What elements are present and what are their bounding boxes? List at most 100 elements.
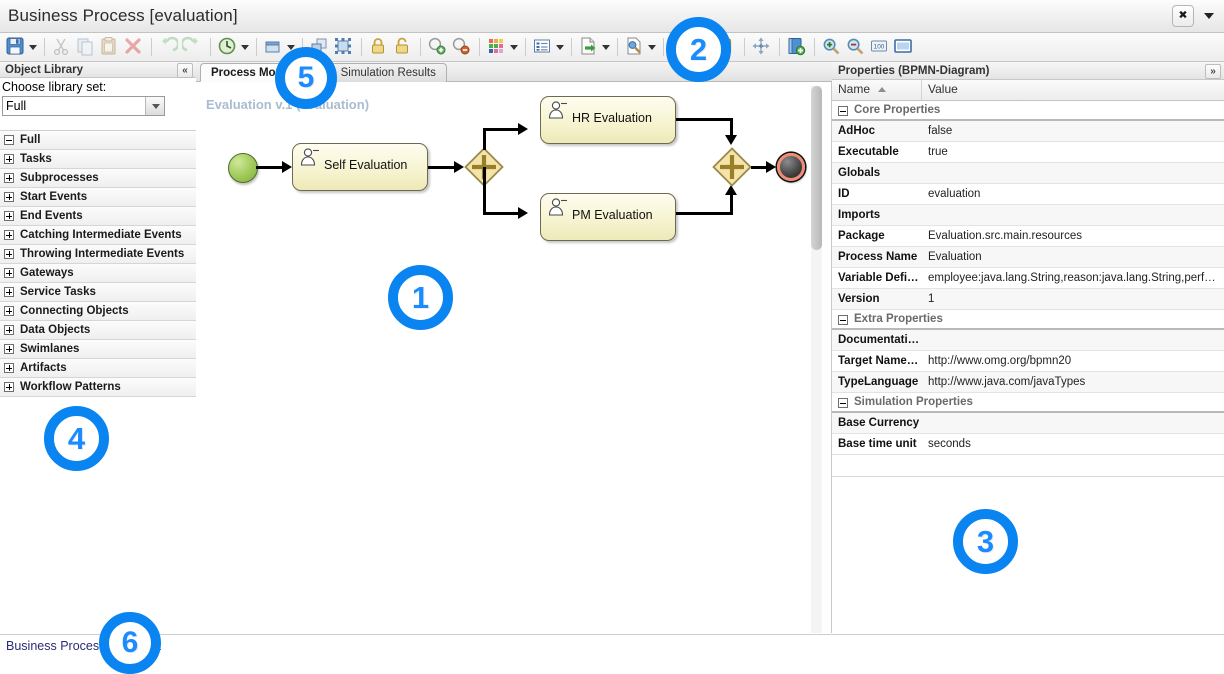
library-tree-item[interactable]: Gateways [0,264,196,283]
expand-toggle-icon[interactable] [4,306,14,316]
property-row[interactable]: IDevaluation [832,184,1224,205]
property-row[interactable]: Globals [832,163,1224,184]
export-icon[interactable] [578,36,600,58]
property-row[interactable]: Target Name…http://www.omg.org/bpmn20 [832,351,1224,372]
property-row[interactable]: PackageEvaluation.src.main.resources [832,226,1224,247]
expand-toggle-icon[interactable] [4,268,14,278]
window-menu-button[interactable] [1198,5,1220,27]
end-event[interactable] [777,153,805,181]
property-value[interactable]: Evaluation.src.main.resources [922,226,1224,246]
export-dropdown[interactable] [601,36,612,58]
history-dropdown[interactable] [240,36,251,58]
fit-window-icon[interactable] [893,36,915,58]
expand-toggle-icon[interactable] [4,287,14,297]
library-tree-item[interactable]: End Events [0,207,196,226]
cut-icon[interactable] [51,36,73,58]
close-button[interactable]: ✖ [1172,5,1194,27]
move-icon[interactable] [751,36,773,58]
library-tree-item[interactable]: Workflow Patterns [0,378,196,397]
canvas-vertical-scrollbar[interactable] [811,86,822,633]
collapse-toggle-icon[interactable] [838,398,848,408]
property-value[interactable]: employee:java.lang.String,reason:java.la… [922,268,1224,288]
expand-toggle-icon[interactable] [4,363,14,373]
unlock-icon[interactable] [392,36,414,58]
collapse-left-panel-button[interactable]: « [177,63,193,78]
task-pm-evaluation[interactable]: PM Evaluation [540,193,676,241]
property-row[interactable]: Version1 [832,289,1224,310]
expand-toggle-icon[interactable] [4,173,14,183]
start-event[interactable] [228,153,258,183]
zoom-out-shape-icon[interactable] [451,36,473,58]
property-group-header[interactable]: Extra Properties [832,310,1224,330]
zoom-out-icon[interactable] [845,36,867,58]
palette-icon[interactable] [486,36,508,58]
window-icon[interactable] [263,36,285,58]
copy-icon[interactable] [75,36,97,58]
redo-icon[interactable] [182,36,204,58]
property-row[interactable]: Base time unitseconds [832,434,1224,455]
library-tree-item[interactable]: Data Objects [0,321,196,340]
list-dropdown[interactable] [555,36,566,58]
property-value[interactable]: evaluation [922,184,1224,204]
property-row[interactable]: Documentati… [832,330,1224,351]
library-tree-item[interactable]: Artifacts [0,359,196,378]
expand-toggle-icon[interactable] [4,230,14,240]
tab-simulation-results[interactable]: Simulation Results [330,63,447,82]
expand-toggle-icon[interactable] [4,344,14,354]
property-row[interactable]: Base Currency [832,413,1224,434]
property-value[interactable] [922,205,1224,225]
column-header-name[interactable]: Name [832,80,922,100]
property-row[interactable]: Imports [832,205,1224,226]
property-value[interactable]: true [922,142,1224,162]
expand-toggle-icon[interactable] [4,325,14,335]
library-tree-item[interactable]: Start Events [0,188,196,207]
property-value[interactable]: false [922,121,1224,141]
property-value[interactable]: Evaluation [922,247,1224,267]
gateway-parallel-join[interactable] [712,147,752,187]
zoom-in-shape-icon[interactable] [427,36,449,58]
expand-toggle-icon[interactable] [4,154,14,164]
property-row[interactable]: Executabletrue [832,142,1224,163]
property-value[interactable]: seconds [922,434,1224,454]
library-tree-item[interactable]: Full [0,131,196,150]
lock-icon[interactable] [368,36,390,58]
delete-icon[interactable] [123,36,145,58]
property-row[interactable]: TypeLanguagehttp://www.java.com/javaType… [832,372,1224,393]
property-value[interactable]: http://www.java.com/javaTypes [922,372,1224,392]
canvas-scroll-thumb[interactable] [811,86,822,250]
collapse-toggle-icon[interactable] [838,106,848,116]
property-value[interactable]: http://www.omg.org/bpmn20 [922,351,1224,371]
property-value[interactable] [922,163,1224,183]
add-book-icon[interactable] [786,36,808,58]
list-icon[interactable] [532,36,554,58]
zoom-in-icon[interactable] [821,36,843,58]
save-dropdown[interactable] [28,36,39,58]
property-row[interactable]: Variable Defi…employee:java.lang.String,… [832,268,1224,289]
validate-dropdown[interactable] [647,36,658,58]
library-tree-item[interactable]: Service Tasks [0,283,196,302]
collapse-right-panel-button[interactable]: » [1205,64,1221,79]
palette-dropdown[interactable] [509,36,520,58]
property-row[interactable]: AdHocfalse [832,121,1224,142]
expand-toggle-icon[interactable] [4,382,14,392]
expand-toggle-icon[interactable] [4,249,14,259]
property-value[interactable] [922,330,1224,350]
process-diagram-canvas[interactable]: Evaluation v.1 (evaluation) Self Evaluat… [196,82,832,633]
library-tree-item[interactable]: Throwing Intermediate Events [0,245,196,264]
column-header-value[interactable]: Value [922,80,1224,100]
collapse-toggle-icon[interactable] [838,315,848,325]
library-tree-item[interactable]: Subprocesses [0,169,196,188]
task-self-evaluation[interactable]: Self Evaluation [292,143,428,191]
property-group-header[interactable]: Simulation Properties [832,393,1224,413]
expand-toggle-icon[interactable] [4,211,14,221]
library-tree-item[interactable]: Catching Intermediate Events [0,226,196,245]
collapse-toggle-icon[interactable] [4,135,14,145]
validate-icon[interactable] [624,36,646,58]
paste-icon[interactable] [99,36,121,58]
zoom-100-icon[interactable]: 100 [869,36,891,58]
property-value[interactable] [922,413,1224,433]
property-row[interactable]: Process NameEvaluation [832,247,1224,268]
chevron-down-icon[interactable] [145,97,164,115]
property-value[interactable]: 1 [922,289,1224,309]
property-group-header[interactable]: Core Properties [832,101,1224,121]
